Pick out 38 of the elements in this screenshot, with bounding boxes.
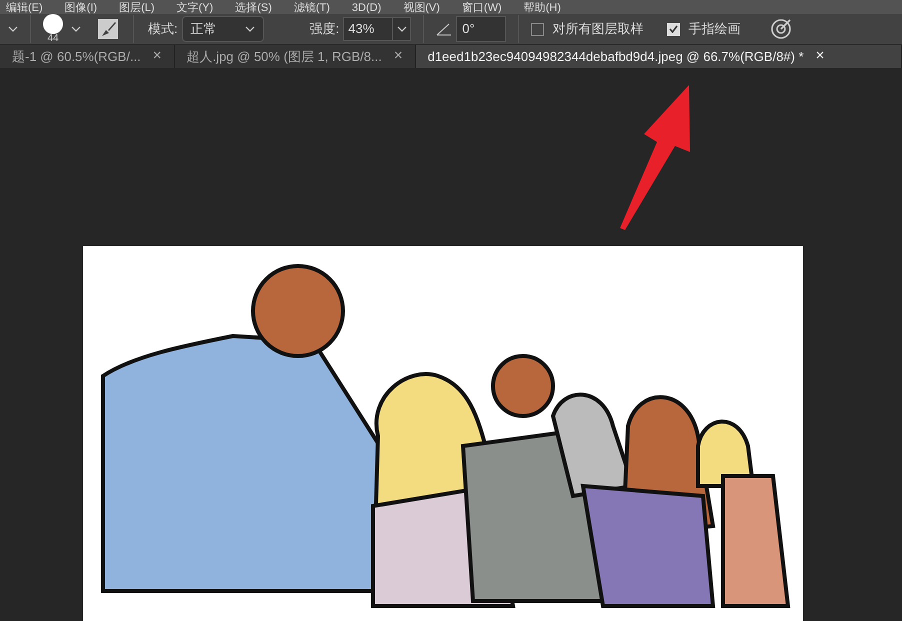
checkmark-icon [669,25,678,33]
chevron-down-icon [71,26,81,32]
menu-item[interactable]: 选择(S) [235,3,272,14]
menu-item[interactable]: 图像(I) [64,3,98,14]
tab-title: d1eed1b23ec94094982344debafbd9d4.jpeg @ 66.7%(RGB/8#) * [428,48,804,66]
mode-dropdown[interactable]: 正常 [182,16,264,42]
menu-item[interactable]: 图层(L) [119,3,155,14]
tab-close-button[interactable]: × [394,45,403,68]
strength-field[interactable]: 43% [343,17,412,41]
angle-field[interactable]: 0° [456,16,506,42]
strength-label: 强度: [310,20,340,38]
menu-item[interactable]: 文字(Y) [176,3,214,14]
chevron-down-icon [396,26,407,32]
menu-item[interactable]: 滤镜(T) [294,3,330,14]
menu-item[interactable]: 窗口(W) [462,3,502,14]
menu-item[interactable]: 编辑(E) [6,3,43,14]
menu-item[interactable]: 3D(D) [352,3,382,14]
tab-close-button[interactable]: × [816,45,824,68]
checkbox-label: 手指绘画 [688,20,740,38]
document-tab[interactable]: d1eed1b23ec94094982344debafbd9d4.jpeg @ 66.7%(RGB/8#) * × [416,45,902,68]
brush-panel-icon[interactable] [97,18,119,40]
tab-title: 题-1 @ 60.5%(RGB/... [12,48,141,66]
checkbox-label: 对所有图层取样 [552,20,644,38]
chevron-down-icon [244,26,255,32]
document-tab[interactable]: 超人.jpg @ 50% (图层 1, RGB/8... × [174,45,416,68]
angle-icon [436,22,452,36]
pressure-target-icon[interactable] [770,18,792,40]
brush-size-label: 44 [47,34,59,44]
mode-label: 模式: [148,20,178,38]
menu-item[interactable]: 视图(V) [403,3,440,14]
chevron-down-icon [8,26,18,32]
tab-close-button[interactable]: × [152,45,162,68]
checkbox[interactable] [531,22,544,36]
menu-item[interactable]: 帮助(H) [524,3,561,14]
brush-preview-icon[interactable] [43,14,63,34]
strength-value: 43% [347,20,376,38]
document-tab[interactable]: 题-1 @ 60.5%(RGB/... × [0,45,175,68]
tab-title: 超人.jpg @ 50% (图层 1, RGB/8... [186,48,382,66]
